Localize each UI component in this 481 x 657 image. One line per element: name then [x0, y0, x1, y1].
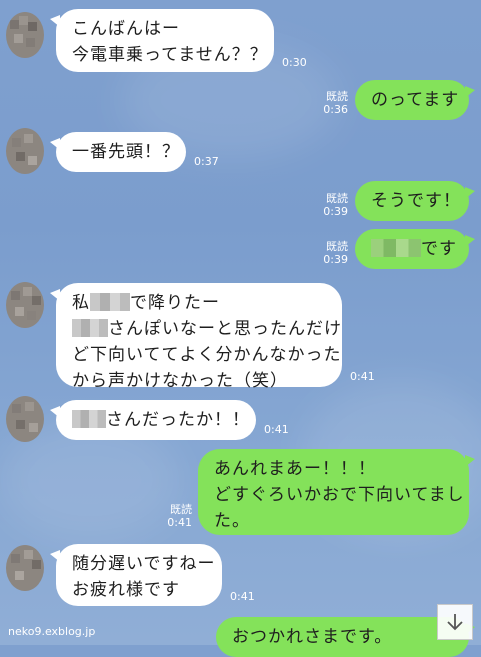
message-time: 0:41 — [350, 370, 375, 383]
message-text: おつかれさまです。 — [232, 627, 393, 647]
message-bubble[interactable]: 私 で降りたー さんぽいなーと思ったんだけ ど下向いててよく分かんなかった から声… — [50, 283, 342, 391]
message-text-line: 私 で降りたー — [72, 290, 326, 316]
message-text: お疲れ様です — [72, 580, 180, 600]
pixelated-name — [72, 319, 108, 337]
message-bubble[interactable]: おつかれさまです。 — [216, 617, 475, 657]
scroll-to-bottom-button[interactable] — [437, 604, 473, 640]
avatar[interactable] — [6, 12, 44, 58]
arrow-down-icon — [447, 614, 463, 631]
pixelated-name — [90, 293, 130, 311]
watermark: neko9.exblog.jp — [8, 625, 96, 638]
message-bubble[interactable]: のってます — [355, 80, 475, 120]
message-time: 0:36 — [323, 103, 348, 116]
message-text: のってます — [371, 90, 460, 110]
message-text: ど下向いててよく分かんなかった — [72, 345, 342, 365]
avatar[interactable] — [6, 128, 44, 174]
message-text: 今電車乗ってません？？ — [72, 45, 268, 65]
avatar[interactable] — [6, 545, 44, 591]
message-text: さんだったか！！ — [106, 410, 250, 430]
message-bubble[interactable]: あんれまあー！！！ どすぐろいかおで下向いてまし た。 — [198, 449, 475, 535]
message-text: から声かけなかった（笑） — [72, 371, 288, 391]
message-time: 0:41 — [230, 590, 255, 603]
pixelated-name — [371, 239, 421, 257]
read-receipt: 既読 — [170, 503, 192, 516]
message-text: どすぐろいかおで下向いてまし — [214, 485, 465, 505]
message-time: 0:37 — [194, 155, 219, 168]
message-bubble[interactable]: 随分遅いですねー お疲れ様です — [50, 544, 222, 606]
message-time: 0:39 — [323, 205, 348, 218]
message-bubble[interactable]: です — [355, 229, 475, 269]
message-time: 0:39 — [323, 253, 348, 266]
message-text: た。 — [214, 511, 250, 531]
message-text-line: さんぽいなーと思ったんだけ — [72, 316, 341, 342]
message-text: です — [421, 239, 457, 259]
message-bubble[interactable]: こんばんはー 今電車乗ってません？？ — [50, 9, 274, 72]
message-text: 私 — [72, 293, 90, 313]
message-bubble[interactable]: そうです！ — [355, 181, 475, 221]
message-bubble[interactable]: 一番先頭！？ — [50, 132, 186, 172]
message-bubble[interactable]: さんだったか！！ — [50, 400, 256, 440]
message-text: 一番先頭！？ — [72, 142, 180, 162]
read-receipt: 既読 — [326, 240, 348, 253]
message-text: 随分遅いですねー — [72, 554, 216, 574]
message-time: 0:41 — [167, 516, 192, 529]
message-text: こんばんはー — [72, 19, 180, 39]
message-time: 0:41 — [264, 423, 289, 436]
read-receipt: 既読 — [326, 90, 348, 103]
message-text: で降りたー — [130, 293, 220, 313]
avatar[interactable] — [6, 396, 44, 442]
message-text: そうです！ — [371, 191, 461, 211]
avatar[interactable] — [6, 282, 44, 328]
pixelated-name — [72, 410, 106, 428]
message-time: 0:30 — [282, 56, 307, 69]
message-text: あんれまあー！！！ — [214, 459, 376, 479]
read-receipt: 既読 — [326, 192, 348, 205]
message-text: さんぽいなーと思ったんだけ — [108, 319, 342, 339]
